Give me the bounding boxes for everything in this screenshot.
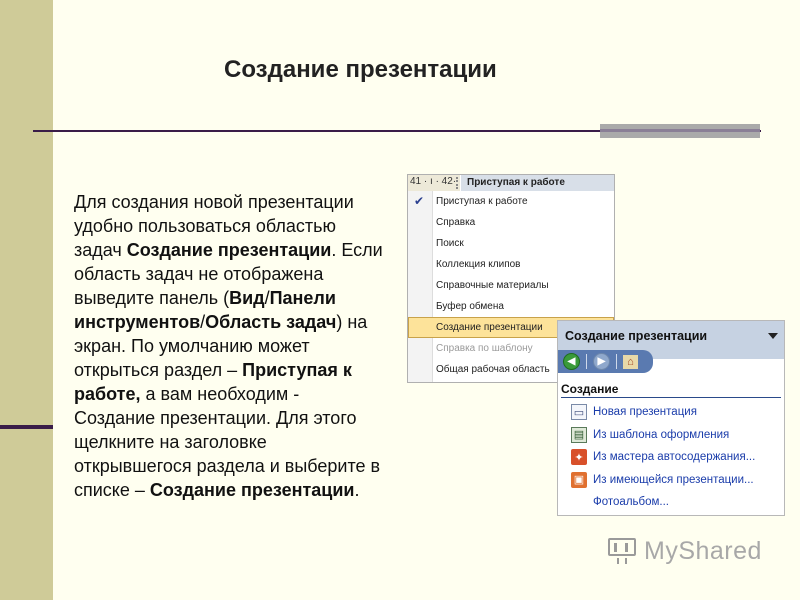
text-run: . xyxy=(354,480,360,500)
link-label: Фотоальбом... xyxy=(593,496,669,509)
menu-item-label: Поиск xyxy=(436,238,464,249)
link-label: Новая презентация xyxy=(593,406,697,419)
forward-arrow-icon[interactable]: ▶ xyxy=(593,353,610,370)
menu-item-label: Общая рабочая область xyxy=(436,364,550,375)
photo-album-spacer xyxy=(571,494,587,510)
bold-text-run: Создание презентации xyxy=(149,480,355,500)
back-arrow-icon[interactable]: ◀ xyxy=(563,353,580,370)
watermark-text: MyShared xyxy=(644,536,762,565)
design-template-icon: ▤ xyxy=(571,426,587,443)
new-document-icon: ▭ xyxy=(571,404,587,421)
new-presentation-task-pane: Создание презентации ◀ ▶ ⌂ Создание ▭ Но… xyxy=(557,320,785,516)
menu-item-clip-art[interactable]: Коллекция клипов xyxy=(408,254,614,275)
menu-item-search[interactable]: Поиск xyxy=(408,233,614,254)
menu-item-label: Буфер обмена xyxy=(436,301,504,312)
link-label: Из имеющейся презентации... xyxy=(593,473,754,486)
watermark: MyShared xyxy=(608,536,762,566)
menu-item-label: Справочные материалы xyxy=(436,280,549,291)
menu-item-label: Справка xyxy=(436,217,476,228)
menu-item-label: Приступая к работе xyxy=(436,196,528,207)
nav-separator xyxy=(586,354,587,369)
left-accent-tick xyxy=(0,425,53,429)
bold-text-run: Область задач xyxy=(205,312,337,332)
nav-separator xyxy=(616,354,617,369)
menu-item-getting-started[interactable]: ✔ Приступая к работе xyxy=(408,191,614,212)
menu-item-label: Справка по шаблону xyxy=(436,343,533,354)
menu-item-help[interactable]: Справка xyxy=(408,212,614,233)
bold-text-run: Вид xyxy=(229,288,265,308)
menu-item-clipboard[interactable]: Буфер обмена xyxy=(408,296,614,317)
home-icon[interactable]: ⌂ xyxy=(623,354,638,369)
existing-presentation-icon: ▣ xyxy=(571,471,587,488)
bold-text-run: Создание презентации xyxy=(126,240,332,260)
link-new-presentation[interactable]: ▭ Новая презентация xyxy=(558,401,784,424)
menu-item-label: Создание презентации xyxy=(436,322,543,333)
menu-item-label: Коллекция клипов xyxy=(436,259,521,270)
slide-title: Создание презентации xyxy=(224,56,497,83)
title-divider-block xyxy=(600,124,760,138)
task-pane-title: Создание презентации xyxy=(565,329,708,343)
presentation-screen-icon xyxy=(608,536,638,566)
left-accent-bar xyxy=(0,0,53,600)
link-label: Из шаблона оформления xyxy=(593,428,730,441)
menu-item-research[interactable]: Справочные материалы xyxy=(408,275,614,296)
checkmark-icon: ✔ xyxy=(414,194,425,208)
ruler-fragment: 41 · ı · 42· xyxy=(408,175,460,191)
link-autocontent-wizard[interactable]: ✦ Из мастера автосодержания... xyxy=(558,446,784,469)
section-divider xyxy=(561,397,781,398)
menu-header[interactable]: Приступая к работе xyxy=(461,175,614,191)
autocontent-wizard-icon: ✦ xyxy=(571,449,587,466)
link-label: Из мастера автосодержания... xyxy=(593,451,756,464)
link-photo-album[interactable]: Фотоальбом... xyxy=(558,491,784,514)
section-heading: Создание xyxy=(561,382,619,396)
link-existing-presentation[interactable]: ▣ Из имеющейся презентации... xyxy=(558,469,784,492)
task-pane-links: ▭ Новая презентация ▤ Из шаблона оформле… xyxy=(558,401,784,514)
task-pane-nav: ◀ ▶ ⌂ xyxy=(558,350,653,373)
dropdown-arrow-icon[interactable] xyxy=(768,333,778,339)
slide-body-text: Для создания новой презентации удобно по… xyxy=(74,190,384,502)
link-from-design-template[interactable]: ▤ Из шаблона оформления xyxy=(558,424,784,447)
